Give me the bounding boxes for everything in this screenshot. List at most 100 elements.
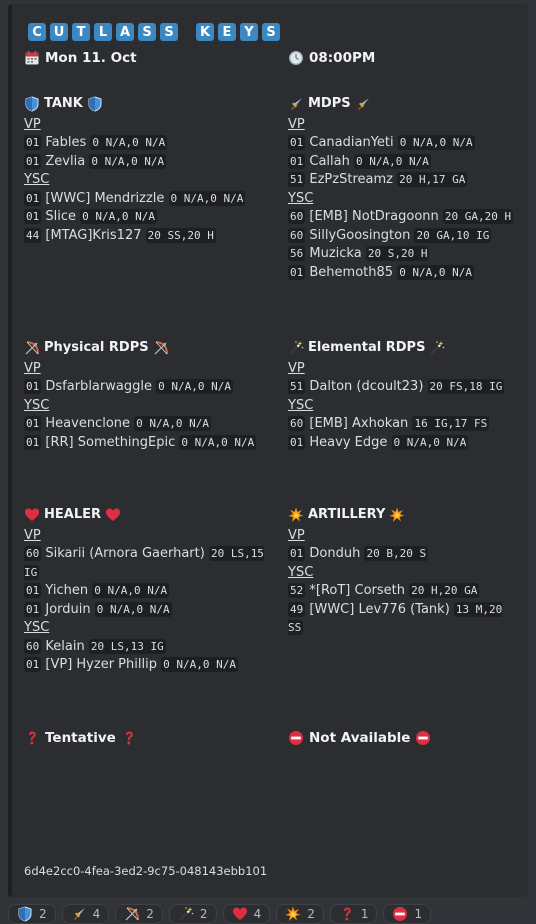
- list-item: 01 [VP] Hyzer Phillip 0 N/A,0 N/A: [24, 656, 264, 675]
- title-letter: C: [28, 23, 46, 41]
- player-name: *[RoT] Corseth: [309, 583, 405, 598]
- player-name: Slice: [45, 209, 77, 224]
- list-item: 01 Heavenclone 0 N/A,0 N/A: [24, 415, 264, 434]
- section-title-text: Physical RDPS: [44, 340, 149, 355]
- event-embed: C U T L A S S K E Y S Mon 11. Oct 08:00P…: [8, 4, 528, 897]
- list-item: 51 Dalton (dcoult23) 20 FS,18 IG: [288, 378, 528, 397]
- section-title-text: Elemental RDPS: [308, 340, 426, 355]
- player-name: [EMB] NotDragoonn: [309, 209, 439, 224]
- list-item: 01 Callah 0 N/A,0 N/A: [288, 153, 528, 172]
- reactions-bar: 2 4 2 2 4 2 1 1: [8, 904, 432, 924]
- item-number: 01: [288, 264, 306, 280]
- player-name: [MTAG]Kris127: [45, 227, 142, 243]
- healer-section: HEALER VP 60 Sikarii (Arnora Gaerhart) 2…: [24, 506, 264, 675]
- player-name: Kelain: [45, 638, 85, 654]
- player-name: Jorduin: [45, 601, 91, 617]
- player-keys: 0 N/A,0 N/A: [168, 190, 246, 206]
- player-name: Dalton (dcoult23): [309, 379, 424, 394]
- list-item: 51 EzPzStreamz 20 H,17 GA: [288, 171, 528, 190]
- list-item: 01 Dsfarblarwaggle 0 N/A,0 N/A: [24, 378, 264, 397]
- player-name: Sikarii (Arnora Gaerhart): [45, 546, 205, 561]
- dagger-icon: [71, 906, 87, 922]
- tentative-section: Tentative: [24, 730, 137, 746]
- reaction-dagger[interactable]: 4: [61, 904, 110, 924]
- reaction-no-entry[interactable]: 1: [383, 904, 432, 924]
- question-icon: [24, 730, 40, 746]
- reaction-bow[interactable]: 2: [115, 904, 163, 924]
- list-item: 60 Kelain 20 LS,13 IG: [24, 638, 264, 657]
- reaction-count: 2: [146, 907, 154, 921]
- item-number: 52: [288, 583, 306, 598]
- shield-icon: [87, 96, 103, 112]
- ysc-label: YSC: [288, 190, 314, 206]
- ysc-label: YSC: [24, 620, 50, 635]
- reaction-heart[interactable]: 4: [222, 904, 271, 924]
- item-number: 01: [288, 434, 306, 450]
- player-keys: 0 N/A,0 N/A: [397, 135, 475, 150]
- reaction-count: 4: [253, 907, 262, 921]
- list-item: 44 [MTAG]Kris127 20 SS,20 H: [24, 227, 264, 246]
- not-available-title: Not Available: [309, 730, 411, 746]
- item-number: 01: [24, 657, 42, 672]
- section-title: ARTILLERY: [288, 506, 512, 525]
- player-name: Callah: [309, 153, 350, 169]
- reaction-wand[interactable]: 2: [168, 904, 217, 924]
- title-letter: A: [116, 23, 134, 41]
- calendar-icon: [24, 50, 40, 66]
- ysc-label: YSC: [24, 172, 50, 187]
- explosion-icon: [285, 906, 301, 922]
- list-item: 52 *[RoT] Corseth 20 H,20 GA: [288, 582, 512, 601]
- tentative-title: Tentative: [45, 730, 116, 746]
- vp-label: VP: [24, 527, 41, 543]
- player-keys: 16 IG,17 FS: [412, 416, 490, 431]
- item-number: 60: [288, 209, 306, 224]
- mdps-section: MDPS VP 01 CanadianYeti 0 N/A,0 N/A 01 C…: [288, 95, 528, 282]
- item-number: 01: [24, 416, 42, 431]
- player-keys: 0 N/A,0 N/A: [161, 657, 238, 672]
- player-keys: 20 GA,20 H: [442, 209, 514, 224]
- player-keys: 0 N/A,0 N/A: [397, 264, 475, 280]
- reaction-question[interactable]: 1: [329, 904, 378, 924]
- reaction-explosion[interactable]: 2: [276, 904, 324, 924]
- list-item: 60 SillyGoosington 20 GA,10 IG: [288, 227, 528, 246]
- explosion-icon: [389, 507, 405, 523]
- list-item: 60 Sikarii (Arnora Gaerhart) 20 LS,15 IG: [24, 545, 264, 582]
- player-keys: 20 H,17 GA: [397, 172, 468, 187]
- player-name: Dsfarblarwaggle: [45, 379, 152, 394]
- reaction-count: 1: [414, 907, 423, 921]
- item-number: 51: [288, 379, 306, 394]
- not-available-section: Not Available: [288, 730, 431, 746]
- wand-icon: [178, 906, 194, 922]
- title-letter: S: [262, 23, 280, 41]
- heart-icon: [105, 507, 121, 523]
- dagger-icon: [355, 96, 371, 112]
- no-entry-icon: [288, 730, 304, 746]
- title-letter: U: [50, 23, 68, 41]
- event-time: 08:00PM: [288, 50, 375, 66]
- section-title-text: ARTILLERY: [308, 507, 386, 522]
- heart-icon: [24, 507, 40, 523]
- player-keys: 0 N/A,0 N/A: [179, 434, 257, 450]
- list-item: 01 Heavy Edge 0 N/A,0 N/A: [288, 434, 528, 453]
- item-number: 01: [24, 190, 42, 206]
- item-number: 01: [288, 135, 306, 150]
- heart-icon: [232, 906, 248, 922]
- player-keys: 20 GA,10 IG: [414, 227, 492, 243]
- list-item: 60 [EMB] NotDragoonn 20 GA,20 H: [288, 208, 528, 227]
- player-keys: 0 N/A,0 N/A: [94, 601, 172, 617]
- reaction-shield[interactable]: 2: [8, 904, 56, 924]
- item-number: 51: [288, 172, 306, 187]
- section-title: HEALER: [24, 506, 264, 525]
- shield-icon: [17, 906, 33, 922]
- item-number: 60: [24, 638, 42, 654]
- player-keys: 0 N/A,0 N/A: [354, 153, 431, 169]
- reaction-count: 2: [39, 907, 47, 921]
- player-keys: 0 N/A,0 N/A: [156, 379, 233, 394]
- player-keys: 0 N/A,0 N/A: [391, 434, 469, 450]
- vp-label: VP: [288, 116, 305, 132]
- dagger-icon: [288, 96, 304, 112]
- elemental-rdps-section: Elemental RDPS VP 51 Dalton (dcoult23) 2…: [288, 339, 528, 452]
- question-icon: [121, 730, 137, 746]
- no-entry-icon: [415, 730, 431, 746]
- player-name: Behemoth85: [309, 264, 394, 280]
